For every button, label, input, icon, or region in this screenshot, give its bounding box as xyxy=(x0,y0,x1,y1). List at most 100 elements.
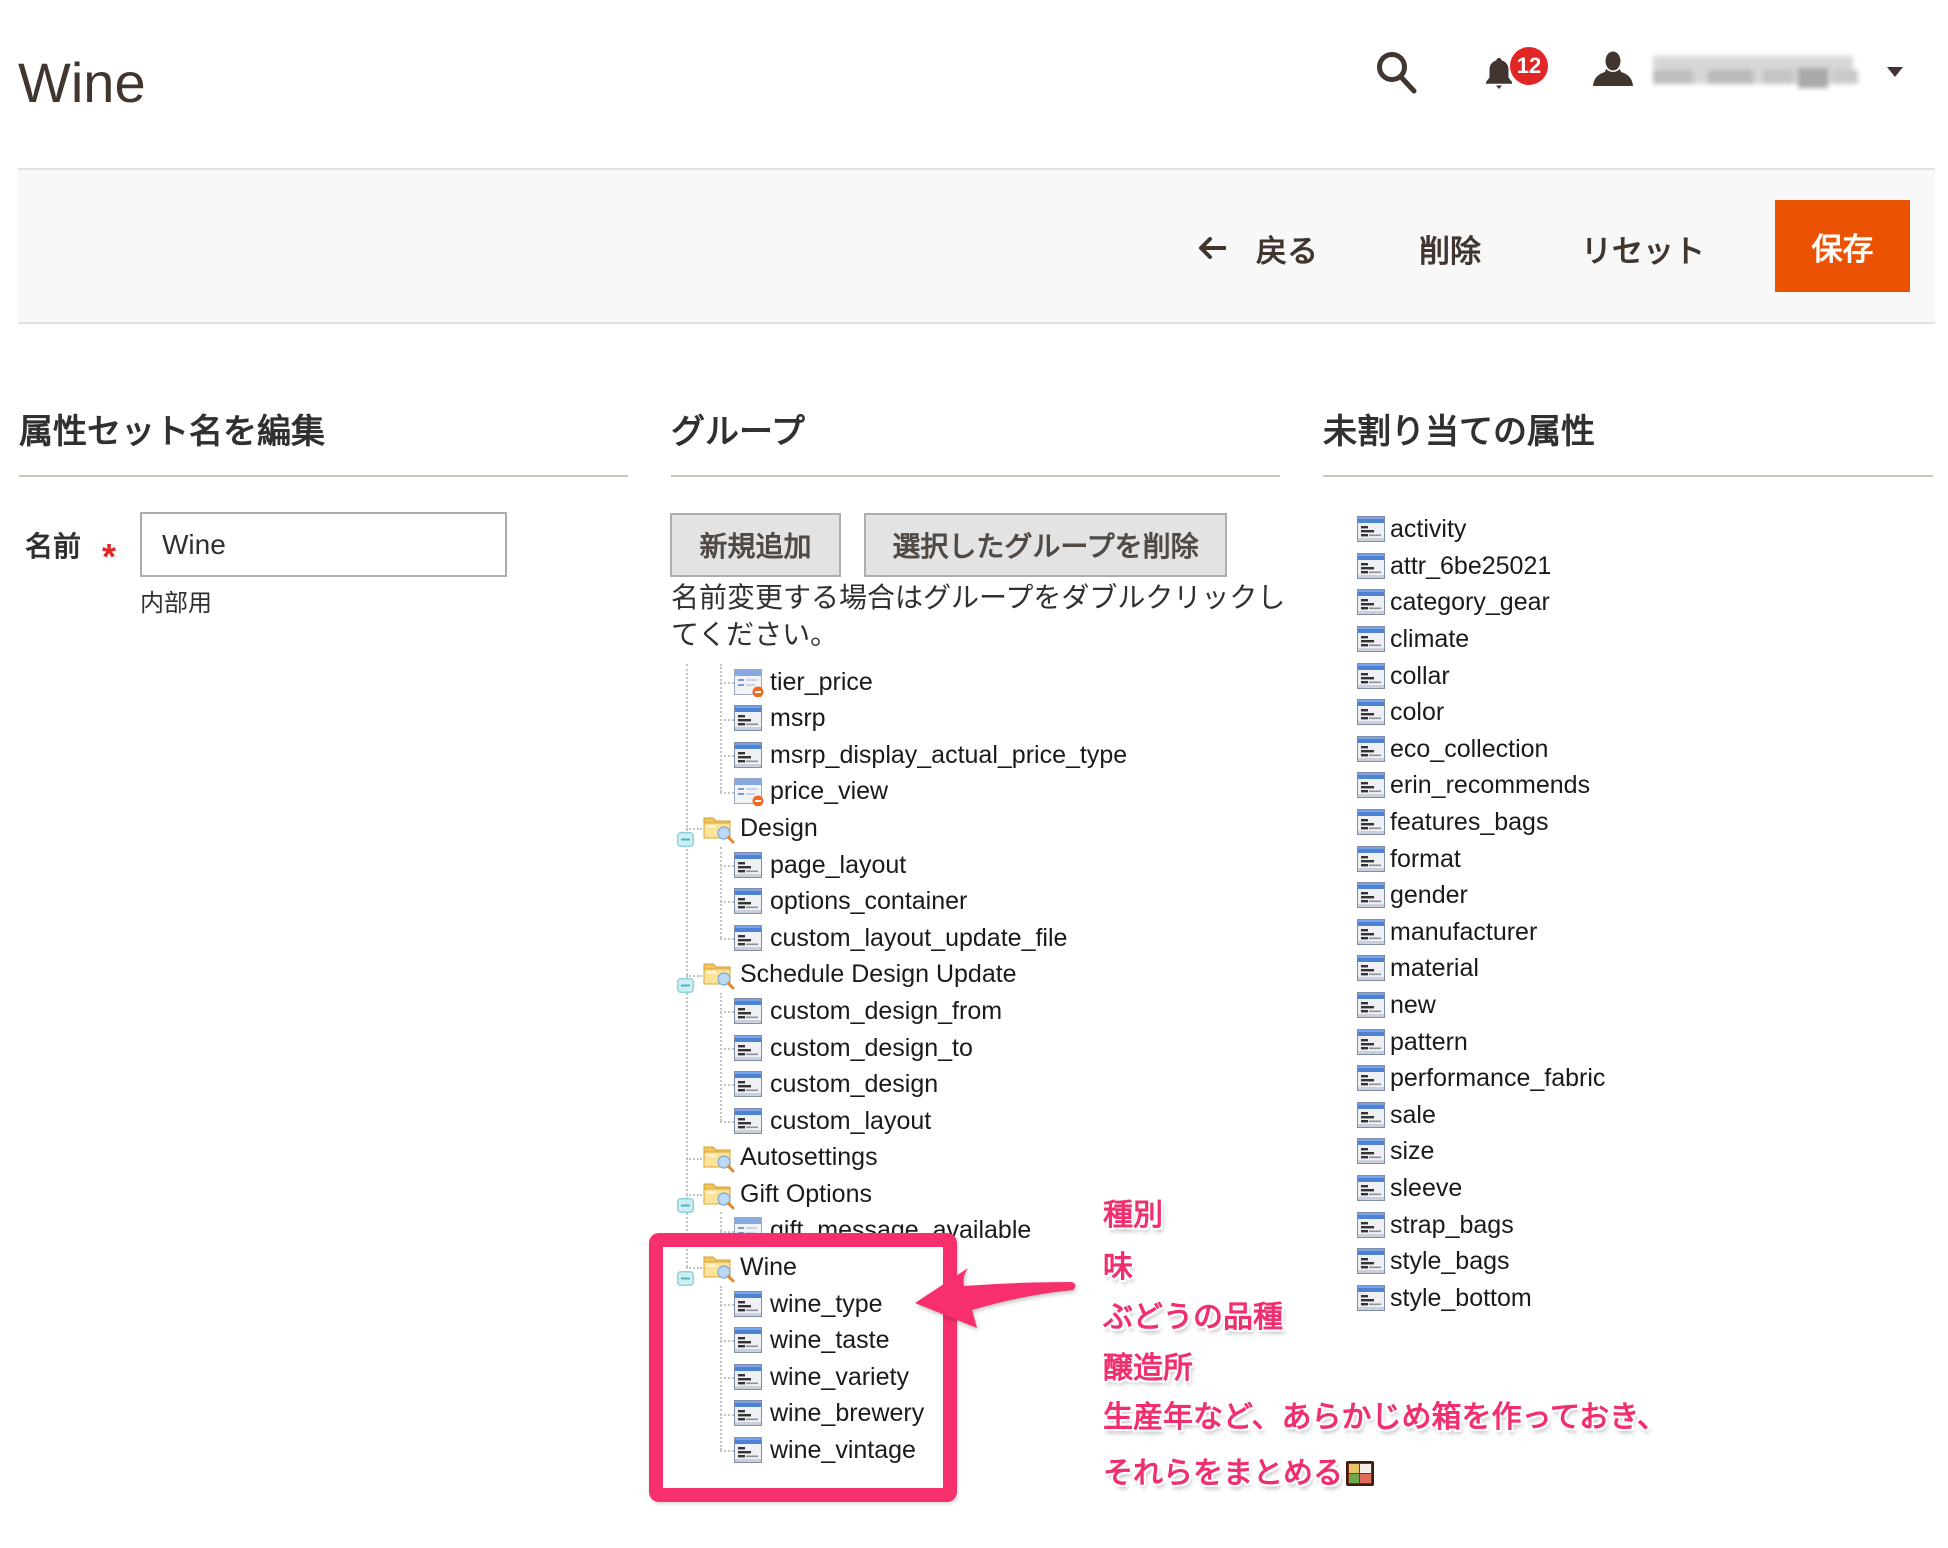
global-search-button[interactable] xyxy=(1374,50,1418,94)
attribute-icon xyxy=(1357,1065,1385,1092)
attribute-name: sleeve xyxy=(1390,1174,1463,1202)
attribute-name: custom_design_from xyxy=(770,996,1003,1025)
collapse-icon[interactable] xyxy=(677,1187,694,1213)
back-label: 戻る xyxy=(1256,233,1318,269)
attribute-icon xyxy=(734,924,762,951)
attribute-name: custom_design_to xyxy=(770,1033,973,1062)
tree-connector-line xyxy=(720,1120,734,1123)
attribute-name: size xyxy=(1390,1137,1435,1166)
attribute-name: gender xyxy=(1390,881,1468,910)
folder-icon xyxy=(702,813,735,844)
tree-connector-line xyxy=(720,1212,722,1231)
attribute-icon xyxy=(1357,735,1385,762)
annotation-line: 生産年など、あらかじめ箱を作っておき、 xyxy=(1103,1401,1667,1434)
attribute-name: climate xyxy=(1390,625,1470,653)
folder-icon xyxy=(702,1179,735,1210)
group-name: Gift Options xyxy=(740,1179,872,1208)
annotation-line: 味 xyxy=(1103,1251,1133,1284)
attribute-name: pattern xyxy=(1390,1027,1468,1056)
attribute-icon xyxy=(1357,918,1385,945)
folder-icon xyxy=(702,959,735,990)
attribute-name: activity xyxy=(1390,515,1467,544)
delete-button[interactable]: 削除 xyxy=(1419,222,1481,274)
notifications-button[interactable] xyxy=(1484,55,1514,91)
required-mark: * xyxy=(102,536,117,577)
attribute-name: new xyxy=(1390,991,1436,1019)
reset-label: リセット xyxy=(1581,233,1705,269)
attribute-icon xyxy=(1357,1101,1385,1128)
attribute-icon xyxy=(1357,662,1385,689)
attribute-name: material xyxy=(1390,954,1479,983)
attribute-name: color xyxy=(1390,698,1445,727)
user-name-redacted[interactable] xyxy=(1653,56,1863,88)
reset-button[interactable]: リセット xyxy=(1581,222,1705,274)
attribute-name: msrp_display_actual_price_type xyxy=(770,740,1128,769)
attribute-icon xyxy=(1357,845,1385,872)
account-button[interactable] xyxy=(1592,51,1634,87)
edit-set-name-heading: 属性セット名を編集 xyxy=(19,413,325,451)
attribute-name: performance_fabric xyxy=(1390,1064,1606,1093)
attribute-set-name-input[interactable] xyxy=(140,512,507,577)
attribute-icon xyxy=(1357,772,1385,799)
back-button[interactable]: 戻る xyxy=(1198,222,1318,274)
delete-label: 削除 xyxy=(1419,233,1481,269)
attribute-name: msrp xyxy=(770,704,826,733)
attribute-icon xyxy=(1357,1138,1385,1165)
group-name: Autosettings xyxy=(740,1143,878,1172)
attribute-name: price_view xyxy=(770,777,889,806)
tree-connector-line xyxy=(720,755,734,758)
attribute-name: eco_collection xyxy=(1390,734,1549,763)
attribute-icon xyxy=(734,851,762,878)
tree-connector-line xyxy=(720,1084,734,1087)
page-title: Wine xyxy=(18,51,146,114)
attribute-name: format xyxy=(1390,844,1461,873)
annotation-line: それらをまとめる xyxy=(1103,1457,1343,1490)
add-new-group-button[interactable]: 新規追加 xyxy=(670,513,841,577)
delete-selected-group-button[interactable]: 選択したグループを削除 xyxy=(864,513,1227,577)
unassigned-attributes-list: activity attr_6be25021 category_gear climat… xyxy=(1340,505,1930,1325)
attribute-name: tier_price xyxy=(770,667,873,696)
bento-box-icon xyxy=(1346,1461,1374,1486)
attribute-icon xyxy=(1357,1284,1385,1311)
tree-connector-line xyxy=(720,718,734,721)
system-attribute-icon xyxy=(734,668,764,698)
attribute-icon xyxy=(734,1071,762,1098)
attribute-name: strap_bags xyxy=(1390,1210,1514,1239)
attribute-icon xyxy=(1357,626,1385,652)
caret-down-icon[interactable] xyxy=(1887,67,1903,77)
user-icon xyxy=(1593,51,1633,86)
groups-heading: グループ xyxy=(671,413,805,451)
back-arrow-icon xyxy=(1199,237,1226,259)
attribute-icon xyxy=(734,997,762,1024)
notifications-count-badge[interactable]: 12 xyxy=(1510,47,1548,85)
attribute-icon xyxy=(1357,1248,1385,1275)
attribute-name: custom_design xyxy=(770,1070,939,1099)
attribute-icon xyxy=(1357,552,1385,579)
section-divider xyxy=(1323,475,1933,477)
annotation-line: ぶどうの品種 xyxy=(1103,1301,1283,1334)
save-button[interactable]: 保存 xyxy=(1775,200,1910,292)
attribute-icon xyxy=(1357,992,1385,1018)
save-label: 保存 xyxy=(1811,231,1874,267)
group-name: Schedule Design Update xyxy=(740,960,1017,989)
attribute-icon xyxy=(1357,809,1385,835)
attribute-icon xyxy=(1357,516,1385,543)
attribute-icon xyxy=(734,1107,762,1134)
attribute-name: manufacturer xyxy=(1390,917,1538,946)
attribute-name: custom_layout_update_file xyxy=(770,923,1068,952)
group-name: Design xyxy=(740,814,818,843)
tree-connector-line xyxy=(720,791,734,794)
attribute-name: options_container xyxy=(770,887,968,916)
attribute-icon xyxy=(1357,955,1385,982)
collapse-icon[interactable] xyxy=(677,967,694,994)
annotation-arrow-icon xyxy=(915,1268,1076,1328)
attribute-name: collar xyxy=(1390,661,1450,690)
unassigned-attributes-heading: 未割り当ての属性 xyxy=(1323,413,1595,451)
attribute-icon xyxy=(734,705,762,732)
search-icon xyxy=(1377,52,1417,94)
annotation-line-last: それらをまとめる xyxy=(1103,1456,1375,1492)
annotation-line: 醸造所 xyxy=(1103,1352,1193,1385)
collapse-icon[interactable] xyxy=(677,821,694,848)
attribute-name: custom_layout xyxy=(770,1106,932,1135)
system-attribute-icon xyxy=(734,778,764,807)
